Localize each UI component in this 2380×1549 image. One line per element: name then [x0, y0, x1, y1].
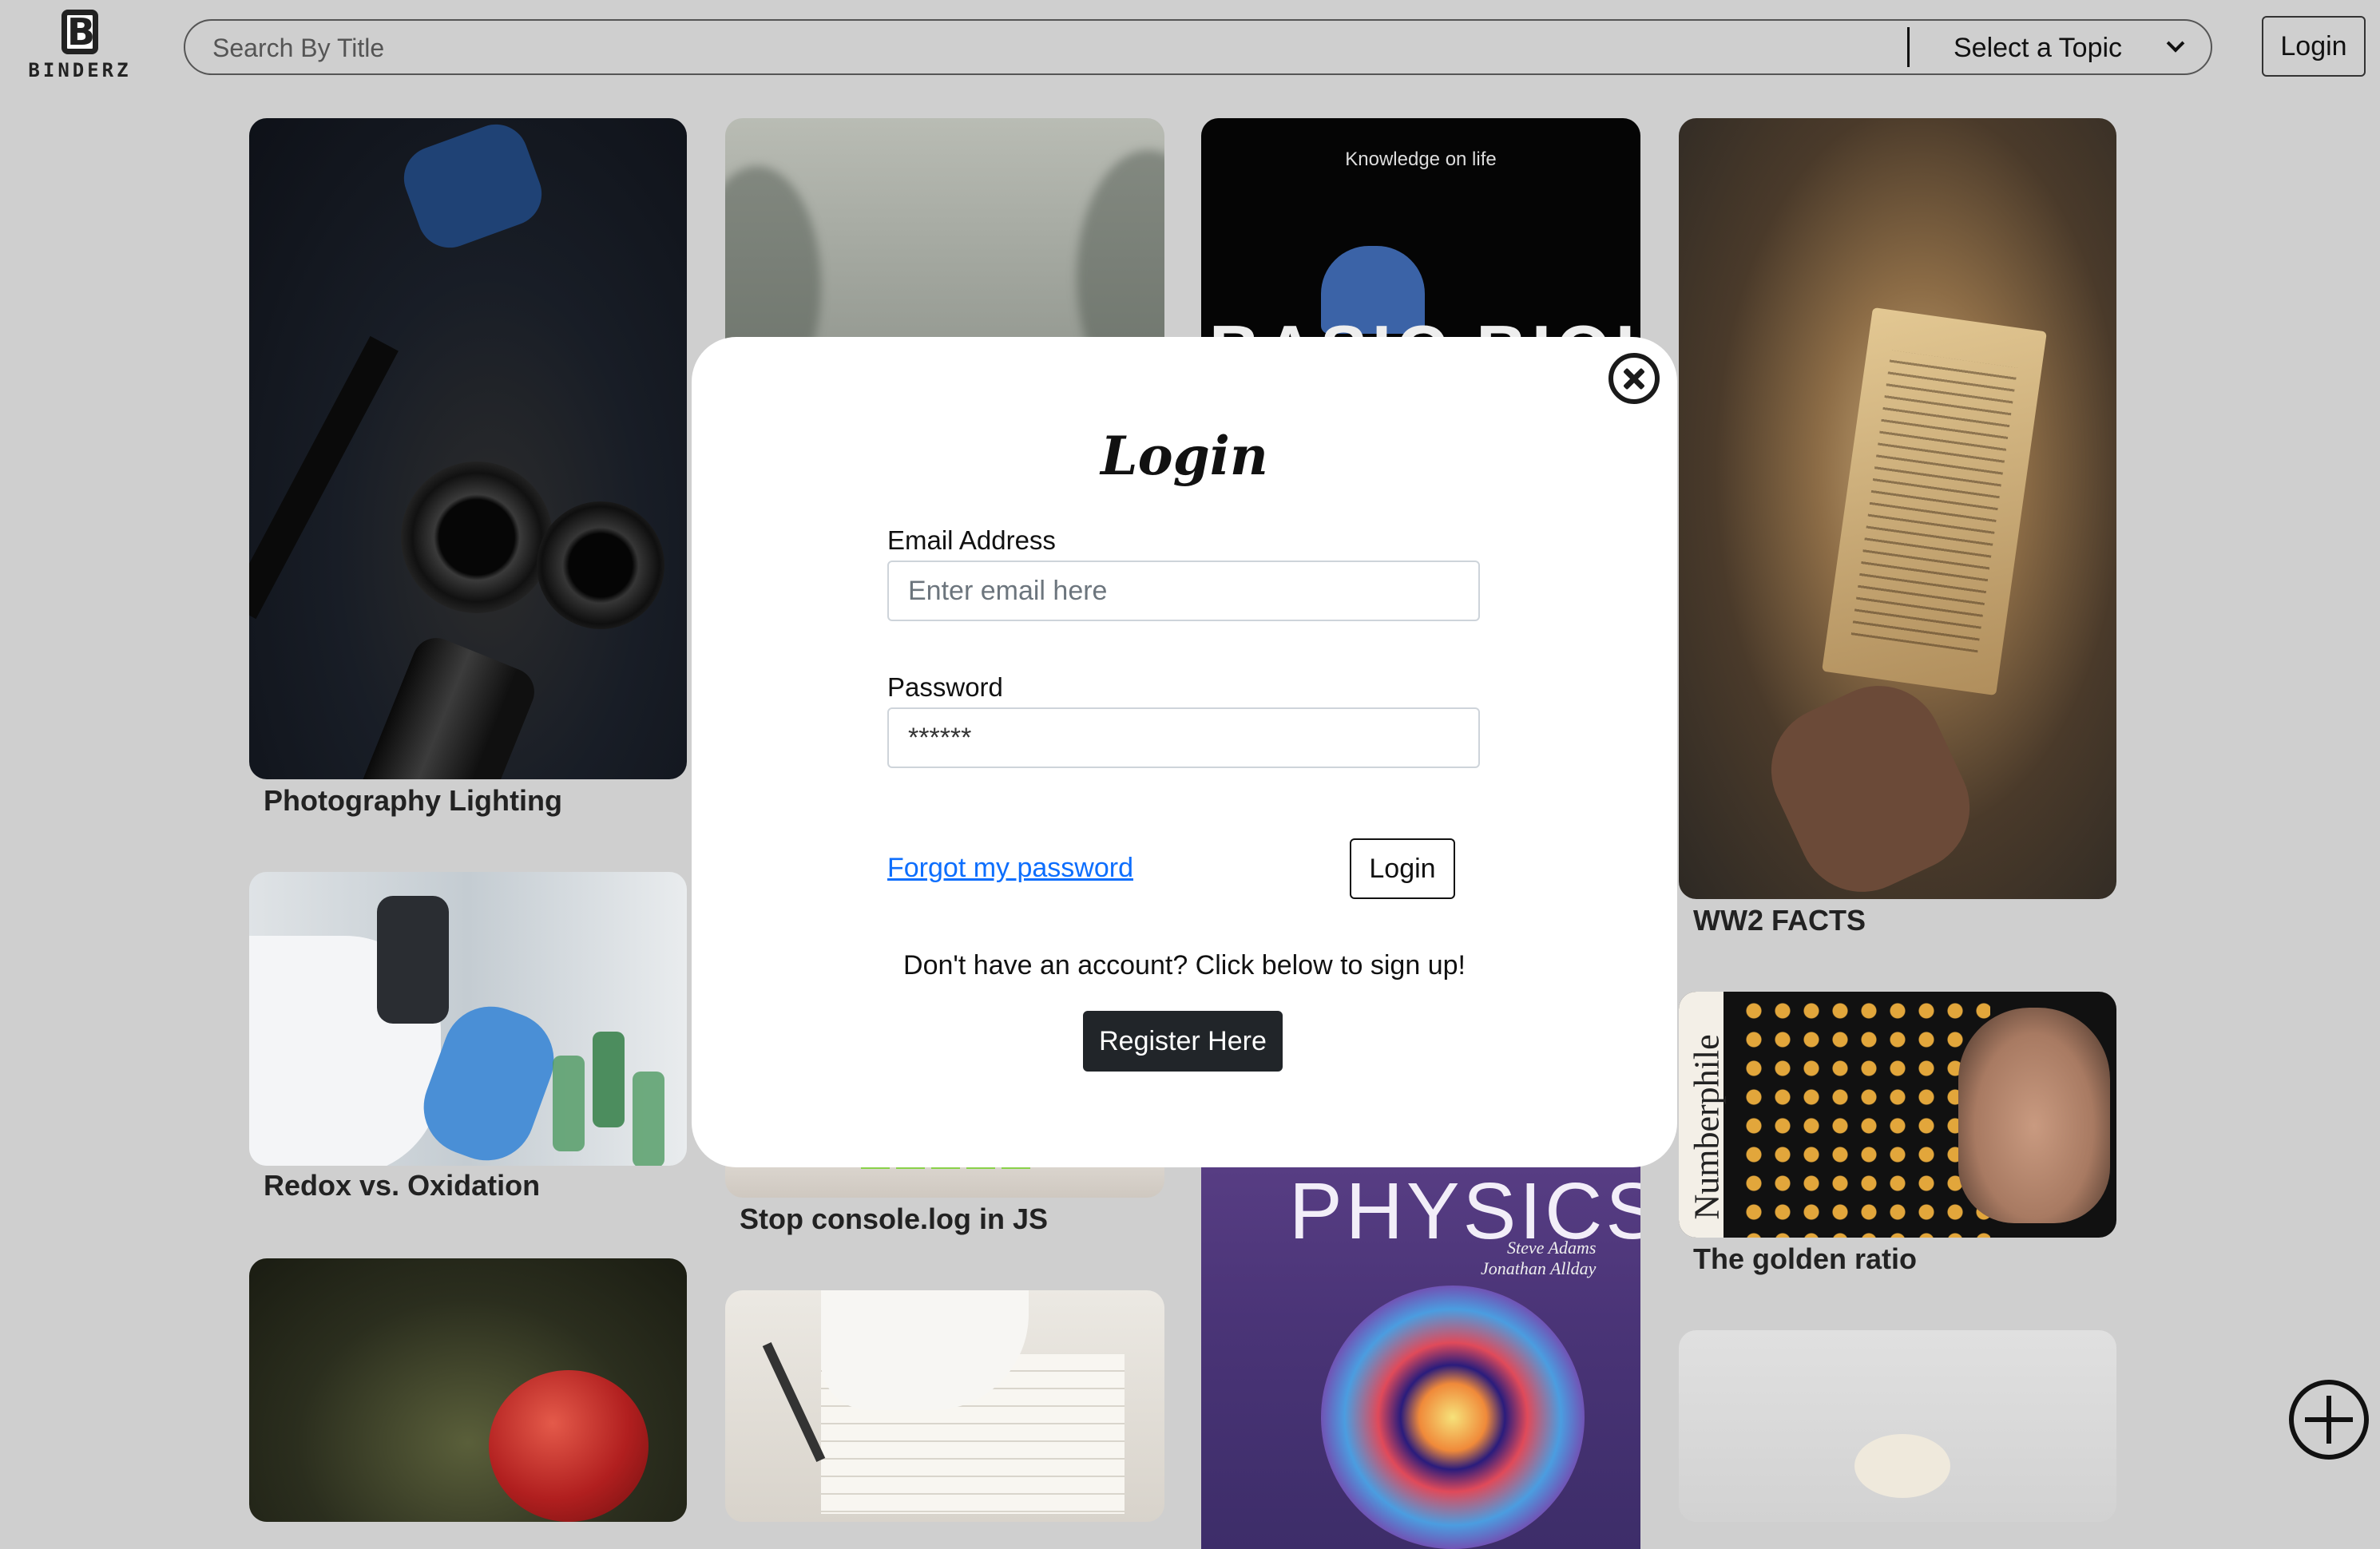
header-login-button[interactable]: Login — [2262, 16, 2366, 77]
binderz-logo[interactable]: BINDERZ — [24, 10, 136, 83]
card-golden-ratio[interactable]: Numberphile The golden ratio — [1679, 992, 2116, 1287]
email-label: Email Address — [887, 525, 1056, 555]
card-basic-biology[interactable]: Knowledge on life BASIC BIOLOGY — [1201, 118, 1640, 374]
card-title: WW2 FACTS — [1693, 904, 1866, 937]
search-divider — [1907, 27, 1910, 67]
logo-text: BINDERZ — [28, 59, 132, 81]
card-image — [249, 872, 687, 1166]
close-circle-icon[interactable] — [1608, 353, 1660, 404]
card-image — [249, 118, 687, 779]
top-navbar: BINDERZ Select a Topic Login — [0, 0, 2380, 96]
add-circle-icon[interactable] — [2289, 1380, 2369, 1460]
logo-b-icon — [61, 10, 98, 54]
card-grey-wall[interactable] — [1679, 1330, 2116, 1522]
signup-prompt: Don't have an account? Click below to si… — [903, 950, 1466, 981]
login-modal: Login Email Address Password Forgot my p… — [692, 337, 1677, 1167]
topic-select[interactable]: Select a Topic — [1954, 27, 2193, 69]
cover-authors: Steve Adams Jonathan Allday — [1481, 1238, 1597, 1278]
card-image — [249, 1258, 687, 1522]
card-image: Knowledge on life BASIC BIOLOGY — [1201, 118, 1640, 374]
modal-title: Login — [1101, 425, 1268, 487]
card-image — [1679, 1330, 2116, 1522]
numberphile-brand: Numberphile — [1687, 1034, 1727, 1220]
login-submit-button[interactable]: Login — [1350, 838, 1455, 899]
card-title: Photography Lighting — [264, 784, 562, 817]
card-writing[interactable] — [725, 1290, 1164, 1522]
card-image — [725, 1290, 1164, 1522]
card-title: Stop console.log in JS — [740, 1202, 1049, 1235]
chevron-down-icon — [2166, 34, 2185, 53]
topic-select-label: Select a Topic — [1954, 32, 2123, 63]
card-image — [1679, 118, 2116, 899]
password-field[interactable] — [887, 707, 1480, 768]
card-title: The golden ratio — [1693, 1242, 1918, 1275]
card-title: Redox vs. Oxidation — [264, 1169, 541, 1202]
search-bar: Select a Topic — [184, 19, 2212, 75]
email-field[interactable] — [887, 561, 1480, 621]
card-photography-lighting[interactable]: Photography Lighting — [249, 118, 687, 821]
card-apple[interactable] — [249, 1258, 687, 1522]
forgot-password-link[interactable]: Forgot my password — [887, 853, 1133, 884]
cover-subtitle: Knowledge on life — [1345, 149, 1497, 170]
card-redox[interactable]: Redox vs. Oxidation — [249, 872, 687, 1207]
card-ww2-facts[interactable]: WW2 FACTS — [1679, 118, 2116, 949]
card-image: Numberphile — [1679, 992, 2116, 1238]
card-advanced-physics[interactable]: Advanced PHYSICS Steve Adams Jonathan Al… — [1201, 1134, 1640, 1549]
card-image: Advanced PHYSICS Steve Adams Jonathan Al… — [1201, 1134, 1640, 1549]
search-input[interactable] — [212, 30, 1810, 65]
register-button[interactable]: Register Here — [1083, 1011, 1283, 1072]
password-label: Password — [887, 672, 1003, 702]
